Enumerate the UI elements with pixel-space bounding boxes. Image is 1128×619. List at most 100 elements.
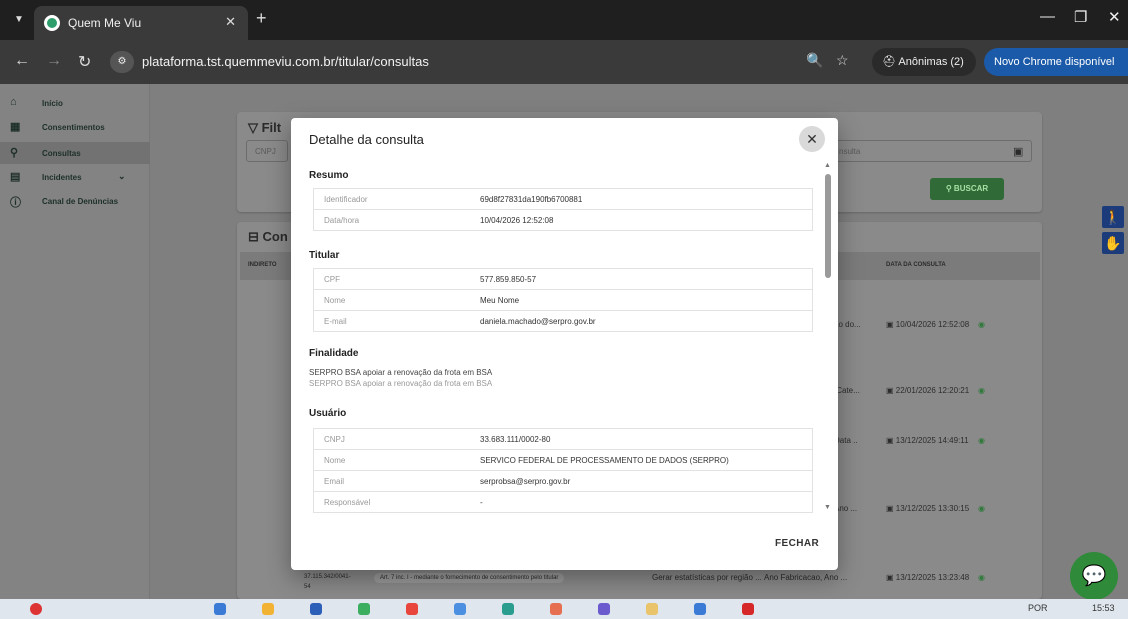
cnpj-input[interactable]: CNPJ — [246, 140, 288, 162]
table-row: Nome SERVICO FEDERAL DE PROCESSAMENTO DE… — [314, 450, 812, 471]
section-resumo-title: Resumo — [309, 170, 349, 181]
sidebar-item-label: Canal de Denúncias — [42, 197, 119, 206]
language-indicator[interactable]: POR — [1028, 603, 1048, 613]
taskbar-app-icon[interactable] — [406, 603, 418, 615]
taskbar-app-icon[interactable] — [502, 603, 514, 615]
taskbar-app-icon[interactable] — [262, 603, 274, 615]
table-row: Responsável - — [314, 492, 812, 513]
reload-icon[interactable]: ↻ — [78, 52, 91, 72]
scroll-up-icon[interactable]: ▲ — [824, 162, 831, 169]
back-icon[interactable]: ← — [14, 52, 30, 70]
tab-close-icon[interactable]: ✕ — [225, 14, 236, 30]
section-titular-title: Titular — [309, 250, 340, 261]
chrome-update-button[interactable]: Novo Chrome disponível ⋮ — [984, 48, 1128, 96]
row-data-fragment: ão do... — [834, 320, 861, 329]
taskbar-app-icon[interactable] — [694, 603, 706, 615]
scroll-thumb[interactable] — [825, 174, 831, 278]
row-key: CNPJ — [324, 435, 345, 444]
last-row-purpose: Gerar estatísticas por região ... — [652, 573, 762, 582]
browser-tab[interactable]: Quem Me Viu ✕ — [34, 6, 248, 40]
row-key: Data/hora — [324, 216, 360, 225]
modal-body[interactable]: Resumo Identificador 69d8f27831da190fb67… — [291, 162, 838, 518]
row-value: Meu Nome — [480, 296, 520, 305]
os-taskbar: POR 15:53 — [0, 599, 1128, 619]
legal-basis-chip: Art. 7 inc. I - mediante o fornecimento … — [374, 573, 565, 583]
minimize-icon[interactable]: — — [1040, 8, 1055, 25]
sidebar-item-consentimentos[interactable]: ▦ Consentimentos — [0, 116, 150, 138]
row-key: Nome — [324, 456, 346, 465]
row-key: Email — [324, 477, 345, 486]
update-label: Novo Chrome disponível — [994, 56, 1115, 68]
accessibility-icon[interactable]: 🚶 — [1102, 206, 1124, 228]
site-settings-icon[interactable]: ⚙ — [110, 51, 134, 73]
taskbar-app-icon[interactable] — [646, 603, 658, 615]
table-row: Identificador 69d8f27831da190fb6700881 — [314, 189, 812, 210]
browser-tab-bar: ▼ Quem Me Viu ✕ + — ❐ ✕ — [0, 0, 1128, 40]
taskbar-app-icon[interactable] — [550, 603, 562, 615]
view-eye-icon[interactable]: ◉ — [978, 320, 985, 329]
notification-icon[interactable] — [30, 603, 42, 615]
row-value: daniela.machado@serpro.gov.br — [480, 317, 596, 326]
forward-icon[interactable]: → — [46, 52, 62, 70]
row-date: ▣ 22/01/2026 12:20:21 — [886, 386, 970, 395]
search-icon: ⚲ — [945, 184, 954, 193]
sidebar: ⌂ Início ▦ Consentimentos ⚲ Consultas ▤ … — [0, 84, 150, 599]
taskbar-app-icon[interactable] — [742, 603, 754, 615]
row-key: Responsável — [324, 498, 371, 507]
sidebar-item-incidentes[interactable]: ▤ Incidentes ⌄ — [0, 166, 150, 188]
chevron-down-icon: ⌄ — [118, 171, 126, 181]
taskbar-app-icon[interactable] — [214, 603, 226, 615]
modal-title: Detalhe da consulta — [309, 132, 424, 147]
sidebar-item-label: Consentimentos — [42, 123, 105, 132]
last-row-data: Ano Fabricacao, Ano ... — [764, 573, 848, 582]
finalidade-subtext: SERPRO BSA apoiar a renovação da frota e… — [309, 379, 493, 388]
view-eye-icon[interactable]: ◉ — [978, 436, 985, 445]
tab-title: Quem Me Viu — [68, 16, 142, 30]
buscar-button[interactable]: ⚲ BUSCAR — [930, 178, 1004, 200]
clock[interactable]: 15:53 — [1092, 603, 1115, 613]
row-value: 10/04/2026 12:52:08 — [480, 216, 554, 225]
row-date: ▣ 10/04/2026 12:52:08 — [886, 320, 970, 329]
zoom-icon[interactable]: 🔍 — [806, 52, 823, 69]
chat-icon: 💬 — [1081, 565, 1107, 587]
tab-search-icon[interactable]: ▼ — [8, 10, 30, 30]
url-field[interactable]: plataforma.tst.quemmeviu.com.br/titular/… — [142, 54, 429, 69]
view-eye-icon[interactable]: ◉ — [978, 386, 985, 395]
restore-icon[interactable]: ❐ — [1074, 8, 1087, 26]
taskbar-app-icon[interactable] — [598, 603, 610, 615]
incognito-button[interactable]: ⛑ Anônimas (2) — [872, 48, 976, 76]
row-key: E-mail — [324, 317, 347, 326]
row-date: ▣ 13/12/2025 13:23:48 — [886, 573, 970, 582]
view-eye-icon[interactable]: ◉ — [978, 573, 985, 582]
taskbar-app-icon[interactable] — [454, 603, 466, 615]
cnpj-placeholder: CNPJ — [255, 147, 276, 156]
consulta-detail-modal: Detalhe da consulta ✕ Resumo Identificad… — [291, 118, 838, 570]
new-tab-icon[interactable]: + — [256, 8, 267, 29]
row-value: 69d8f27831da190fb6700881 — [480, 195, 583, 204]
table-row: CNPJ 33.683.111/0002-80 — [314, 429, 812, 450]
date-input[interactable]: nsulta ▣ — [836, 140, 1032, 162]
filter-icon: ▽ — [248, 120, 262, 135]
modal-scrollbar[interactable]: ▲ ▼ — [824, 162, 832, 518]
bookmark-star-icon[interactable]: ☆ — [836, 52, 849, 69]
taskbar-app-icon[interactable] — [358, 603, 370, 615]
table-row: Nome Meu Nome — [314, 290, 812, 311]
table-row: Data/hora 10/04/2026 12:52:08 — [314, 210, 812, 231]
list-title: ⊟ Con — [248, 229, 288, 244]
sign-language-icon[interactable]: ✋ — [1102, 232, 1124, 254]
scroll-down-icon[interactable]: ▼ — [824, 504, 831, 511]
sidebar-item-consultas[interactable]: ⚲ Consultas — [0, 142, 150, 164]
sidebar-item-label: Incidentes — [42, 173, 82, 182]
sidebar-item-canal-denuncias[interactable]: ⓘ Canal de Denúncias — [0, 190, 150, 212]
close-icon[interactable]: ✕ — [799, 126, 825, 152]
row-value: SERVICO FEDERAL DE PROCESSAMENTO DE DADO… — [480, 456, 729, 465]
finalidade-text: SERPRO BSA apoiar a renovação da frota e… — [309, 368, 493, 377]
chat-button[interactable]: 💬 — [1070, 552, 1118, 600]
view-eye-icon[interactable]: ◉ — [978, 504, 985, 513]
date-placeholder: nsulta — [839, 147, 861, 156]
fechar-button[interactable]: FECHAR — [775, 538, 819, 549]
row-key: Nome — [324, 296, 346, 305]
sidebar-item-inicio[interactable]: ⌂ Início — [0, 92, 150, 114]
close-window-icon[interactable]: ✕ — [1108, 8, 1121, 26]
taskbar-app-icon[interactable] — [310, 603, 322, 615]
